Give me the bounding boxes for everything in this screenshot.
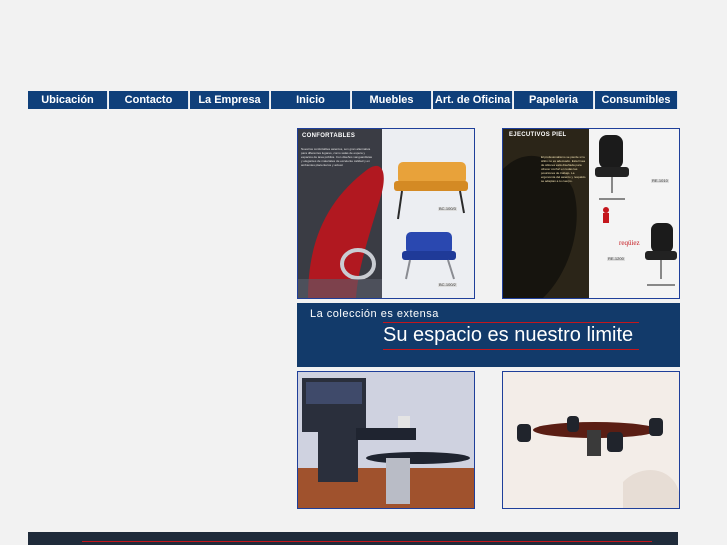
meeting-table-illustration bbox=[503, 372, 679, 508]
nav-ubicacion[interactable]: Ubicación bbox=[28, 91, 108, 109]
nav-consumibles[interactable]: Consumibles bbox=[595, 91, 678, 109]
banner-title: Su espacio es nuestro limite bbox=[383, 324, 634, 346]
nav-contacto[interactable]: Contacto bbox=[109, 91, 189, 109]
ejecutivos-piel-promo-image[interactable]: EJECUTIVOS PIEL El profesionalismo se pi… bbox=[502, 128, 680, 299]
banner-subtitle: La colección es extensa bbox=[310, 308, 439, 320]
ejecutivos-tag-1: RE-1010 bbox=[651, 178, 669, 183]
confortables-body: Nuestros confortables asientos, son gran… bbox=[301, 147, 373, 167]
banner-bottom-rule bbox=[383, 349, 639, 350]
confortables-tag-1: BC-100/3 bbox=[438, 206, 457, 211]
nav-la-empresa[interactable]: La Empresa bbox=[190, 91, 270, 109]
office-desk-promo-image[interactable] bbox=[297, 371, 475, 509]
confortables-promo-image[interactable]: CONFORTABLES Nuestros confortables asien… bbox=[297, 128, 475, 299]
banner-top-rule bbox=[383, 322, 639, 323]
footer-red-rule bbox=[82, 541, 652, 542]
meeting-table-promo-image[interactable] bbox=[502, 371, 680, 509]
confortables-tag-2: BC-100/2 bbox=[438, 282, 457, 287]
nav-inicio[interactable]: Inicio bbox=[271, 91, 351, 109]
nav-papeleria[interactable]: Papeleria bbox=[514, 91, 594, 109]
footer-bar bbox=[28, 532, 678, 545]
office-desk-illustration bbox=[298, 372, 474, 508]
main-nav: Ubicación Contacto La Empresa Inicio Mue… bbox=[28, 91, 678, 109]
nav-art-de-oficina[interactable]: Art. de Oficina bbox=[433, 91, 513, 109]
requiez-logo: reqüiez bbox=[619, 239, 640, 247]
nav-muebles[interactable]: Muebles bbox=[352, 91, 432, 109]
ejecutivos-body: El profesionalismo se pierde si tu silló… bbox=[541, 155, 586, 183]
confortables-title: CONFORTABLES bbox=[302, 133, 356, 139]
ejecutivos-title: EJECUTIVOS PIEL bbox=[509, 132, 567, 138]
collection-banner: La colección es extensa Su espacio es nu… bbox=[297, 303, 680, 367]
ejecutivos-illustration bbox=[503, 129, 679, 298]
ejecutivos-tag-2: RE-1200 bbox=[607, 256, 625, 261]
